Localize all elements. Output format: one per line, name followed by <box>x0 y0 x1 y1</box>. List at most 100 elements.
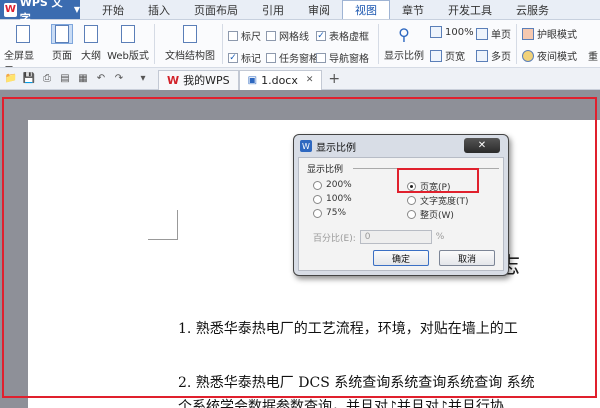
document-item-3: 个系统学会数据参数查询，并且对♪并且对♪并且行协 <box>178 399 504 408</box>
document-icon: ▣ <box>247 74 258 86</box>
menu-bar: W WPS 文字 ▼ 开始 插入 页面布局 引用 审阅 视图 章节 开发工具 云… <box>0 0 600 25</box>
outline-icon <box>80 24 102 44</box>
redo-icon[interactable]: ↷ <box>112 72 126 86</box>
percent-spinner[interactable]: 0 <box>359 230 432 244</box>
multi-page-icon <box>476 49 488 62</box>
page-view-button[interactable]: 页面 <box>48 20 76 62</box>
dialog-close-button[interactable]: ✕ <box>464 138 500 153</box>
full-screen-icon <box>12 24 34 44</box>
eye-mode-icon <box>522 27 534 40</box>
radio-100-dot <box>313 194 322 204</box>
tab-developer[interactable]: 开发工具 <box>436 0 504 19</box>
tab-my-wps-label: 我的WPS <box>183 74 230 87</box>
doc-structure-button[interactable]: 文档结构图 <box>160 20 220 62</box>
document-item-2: 2. 熟悉华泰热电厂 DCS 系统查询系统查询系统查询 系统 <box>178 375 535 391</box>
gridline-label: 网格线 <box>279 32 309 43</box>
mark-box: ✓ <box>228 52 238 63</box>
ruler-label: 标尺 <box>241 32 261 43</box>
export-icon[interactable]: ▦ <box>76 72 90 86</box>
tab-reference[interactable]: 引用 <box>250 0 296 19</box>
percent-unit: % <box>435 232 445 242</box>
tab-my-wps[interactable]: W 我的WPS <box>158 69 239 90</box>
zoom-100-button[interactable]: 100% <box>430 26 474 38</box>
zoom-group-label: 显示比例 <box>307 165 344 175</box>
task-pane-box <box>266 52 276 63</box>
radio-75-dot <box>313 208 322 218</box>
ribbon-overflow-label: 重 <box>588 52 598 63</box>
night-mode-button[interactable]: 夜间模式 <box>522 48 577 63</box>
radio-text-width-label: 文字宽度(T) <box>420 197 469 207</box>
table-frame-box: ✓ <box>316 30 326 41</box>
single-page-label: 单页 <box>491 30 511 41</box>
close-icon: ✕ <box>477 140 487 151</box>
outline-label: 大纲 <box>81 51 101 62</box>
ruler-box <box>228 30 238 41</box>
radio-whole-page-label: 整页(W) <box>420 211 454 221</box>
gridline-checkbox[interactable]: 网格线 <box>266 28 309 43</box>
app-menu-button[interactable]: W WPS 文字 ▼ <box>0 0 80 25</box>
eye-mode-label: 护眼模式 <box>537 30 577 41</box>
undo-icon[interactable]: ↶ <box>94 72 108 86</box>
new-tab-icon[interactable]: + <box>328 71 340 87</box>
zoom-ratio-label: 显示比例 <box>384 51 424 62</box>
tab-review[interactable]: 审阅 <box>296 0 342 19</box>
page-width-button[interactable]: 页宽 <box>430 48 465 63</box>
moon-icon <box>522 49 534 62</box>
nav-pane-box <box>316 52 326 63</box>
tab-insert[interactable]: 插入 <box>136 0 182 19</box>
radio-75[interactable]: 75% <box>313 208 346 218</box>
radio-text-width-dot <box>407 196 416 205</box>
gridline-box <box>266 30 276 41</box>
radio-whole-page[interactable]: 整页(W) <box>407 208 454 221</box>
nav-pane-label: 导航窗格 <box>329 54 369 65</box>
tab-document[interactable]: ▣ 1.docx ✕ <box>238 69 323 90</box>
zoom-100-icon <box>430 26 442 38</box>
percent-label: 百分比(E): <box>313 233 356 244</box>
radio-whole-page-dot <box>407 210 416 219</box>
ruler-checkbox[interactable]: 标尺 <box>228 28 261 43</box>
radio-200[interactable]: 200% <box>313 180 352 190</box>
zoom-ratio-button[interactable]: ⚲ 显示比例 <box>382 20 426 63</box>
tab-start[interactable]: 开始 <box>90 0 136 19</box>
wps-w-icon: W <box>167 73 180 87</box>
document-item-1: 1. 熟悉华泰热电厂的工艺流程，环境，对贴在墙上的工 <box>178 321 518 337</box>
eye-mode-button[interactable]: 护眼模式 <box>522 26 577 41</box>
cancel-button[interactable]: 取消 <box>439 250 495 266</box>
print-icon[interactable]: ⎙ <box>40 72 54 86</box>
night-mode-label: 夜间模式 <box>537 52 577 63</box>
ok-button[interactable]: 确定 <box>373 250 429 266</box>
radio-page-width-label: 页宽(P) <box>420 183 451 193</box>
table-frame-checkbox[interactable]: ✓ 表格虚框 <box>316 28 369 43</box>
customize-dropdown-icon[interactable]: ▾ <box>136 72 150 86</box>
save-icon[interactable]: 💾 <box>22 72 36 86</box>
page-width-label: 页宽 <box>445 52 465 63</box>
dialog-title: 显示比例 <box>316 142 356 154</box>
tab-chapter[interactable]: 章节 <box>390 0 436 19</box>
web-layout-button[interactable]: Web版式 <box>106 20 150 62</box>
radio-100[interactable]: 100% <box>313 194 352 204</box>
radio-page-width[interactable]: 页宽(P) <box>407 180 450 193</box>
radio-75-label: 75% <box>326 208 347 218</box>
mark-label: 标记 <box>241 54 261 65</box>
page-width-icon <box>430 49 442 62</box>
single-page-button[interactable]: 单页 <box>476 26 511 41</box>
tab-cloud[interactable]: 云服务 <box>504 0 561 19</box>
multi-page-button[interactable]: 多页 <box>476 48 511 63</box>
web-layout-icon <box>117 24 139 44</box>
nav-pane-checkbox[interactable]: 导航窗格 <box>316 50 369 65</box>
radio-200-dot <box>313 180 322 190</box>
single-page-icon <box>476 27 488 40</box>
zoom-dialog: W 显示比例 ✕ 显示比例 200% 100% 75% 页宽(P) 文字宽度(T… <box>293 134 509 276</box>
print-preview-icon[interactable]: ▤ <box>58 72 72 86</box>
task-pane-checkbox[interactable]: 任务窗格 <box>266 50 319 65</box>
mark-checkbox[interactable]: ✓ 标记 <box>228 50 261 65</box>
outline-view-button[interactable]: 大纲 <box>78 20 104 62</box>
page-icon <box>51 24 73 44</box>
quick-access-bar: 📁 💾 ⎙ ▤ ▦ ↶ ↷ ▾ W 我的WPS ▣ 1.docx ✕ + <box>0 68 600 90</box>
radio-text-width[interactable]: 文字宽度(T) <box>407 194 469 207</box>
open-folder-icon[interactable]: 📁 <box>4 72 18 86</box>
tab-view[interactable]: 视图 <box>342 0 390 19</box>
close-tab-icon[interactable]: ✕ <box>306 75 314 85</box>
percent-row: 百分比(E): 0 % <box>313 230 444 244</box>
tab-page-layout[interactable]: 页面布局 <box>182 0 250 19</box>
